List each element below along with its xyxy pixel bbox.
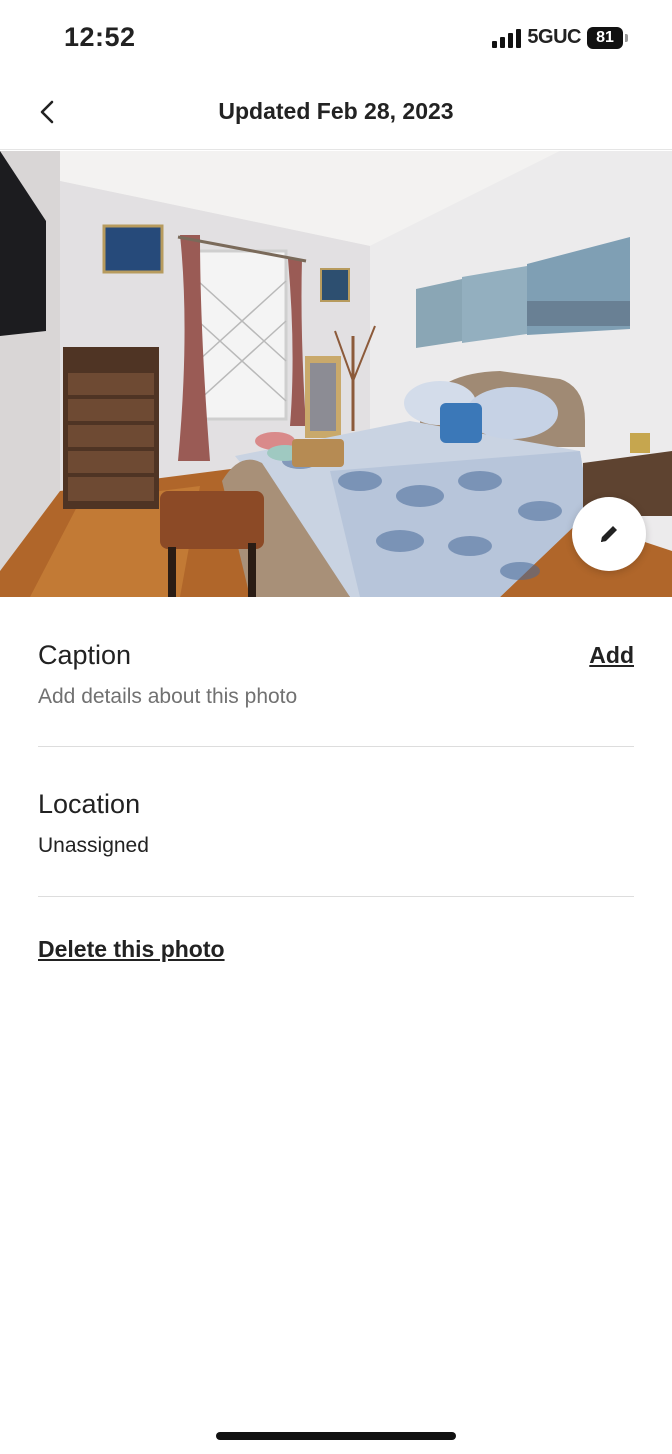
location-value: Unassigned xyxy=(38,834,149,857)
location-section[interactable]: Location Unassigned xyxy=(38,789,634,858)
caption-section: Caption Add details about this photo Add xyxy=(38,640,634,709)
status-time: 12:52 xyxy=(64,22,136,52)
add-caption-button[interactable]: Add xyxy=(589,642,634,669)
listing-photo[interactable] xyxy=(0,151,672,597)
caption-title: Caption xyxy=(38,640,132,670)
signal-strength-icon xyxy=(492,28,522,48)
delete-photo-button[interactable]: Delete this photo xyxy=(38,936,225,963)
location-title: Location xyxy=(38,789,141,819)
page-title: Updated Feb 28, 2023 xyxy=(218,98,454,124)
status-indicators: 5GUC 81 xyxy=(492,26,628,49)
home-indicator xyxy=(216,1432,456,1440)
battery-icon: 81 xyxy=(587,26,628,49)
network-type: 5GUC xyxy=(527,26,581,48)
battery-level: 81 xyxy=(587,26,623,49)
pencil-icon xyxy=(601,526,617,542)
caption-placeholder: Add details about this photo xyxy=(38,685,298,708)
nav-bar: Updated Feb 28, 2023 xyxy=(0,76,672,150)
edit-photo-button[interactable] xyxy=(572,497,646,571)
divider xyxy=(38,896,634,897)
status-bar: 12:52 5GUC 81 xyxy=(0,0,672,76)
divider xyxy=(38,746,634,747)
